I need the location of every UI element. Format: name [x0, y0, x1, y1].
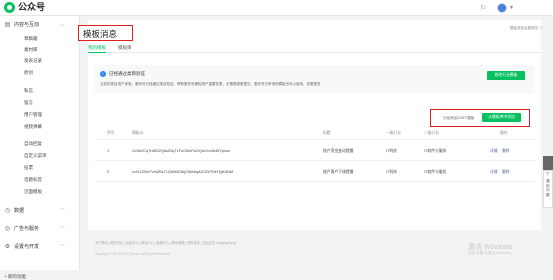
delete-link[interactable]: 删除 — [502, 149, 510, 154]
sidebar-item-custom-menu[interactable]: 自定义菜单 — [24, 153, 47, 159]
sidebar-item-drafts[interactable]: 草稿箱 — [24, 36, 38, 42]
template-actions: 已经添加2/25个模板 从模板库中添加 — [430, 109, 530, 127]
table-row: 2 xvrV1ZNcYVmZBc71QbN0Z3ejCMA6qA2OZt7FdH… — [95, 162, 535, 182]
app-logo[interactable]: 公众号 — [4, 2, 45, 13]
chevron-down-icon[interactable]: ▼ — [509, 5, 514, 11]
row-template-id: xvrV1ZNcYVmZBc71QbN0Z3ejCMA6qA2OZt7FdHTg… — [132, 170, 234, 174]
sidebar-item-topics[interactable]: 话题标签 — [24, 177, 42, 183]
detail-link[interactable]: 详情 — [490, 170, 498, 175]
sidebar-item-vote[interactable]: 投票 — [24, 165, 33, 171]
sidebar-item-danmaku[interactable]: 视频弹幕 — [24, 124, 42, 130]
row-no: 2 — [107, 170, 110, 174]
gear-icon: ⚙ — [4, 244, 11, 250]
table-header: 序号 模板ID 标题 一级行业 二级行业 操作 — [95, 128, 535, 140]
sidebar-item-auto-reply[interactable]: 自动回复 — [24, 141, 42, 147]
col-title: 标题 — [323, 131, 331, 135]
notice-banner: i 已经通过类目验证 当前的类目用户体验，服务号已经通过类目验证。帮助服务号通知… — [95, 65, 535, 93]
sidebar-item-users[interactable]: 用户管理 — [24, 112, 42, 118]
avatar[interactable] — [497, 3, 507, 13]
row-template-id: Ov9eZCq7nWD2Q6sZ0qTLFsO9mFwVQmVmJkdD7ycs… — [132, 149, 230, 153]
chevron-down-icon[interactable]: ﹀ — [60, 225, 65, 232]
col-ops: 操作 — [500, 131, 508, 135]
footer-copyright: Copyright © 2012-2022 Tencent. All Right… — [95, 252, 171, 256]
sidebar-group-ads[interactable]: ◎ 广告与服务 — [4, 225, 39, 232]
bell-icon[interactable]: ⚐ — [480, 4, 486, 12]
col-id: 模板ID — [132, 131, 144, 135]
modify-industry-button[interactable]: 修改行业模板 — [487, 71, 525, 80]
sidebar-group-label: 设置与开发 — [14, 244, 40, 250]
page-title: 模板消息 — [78, 25, 133, 41]
sidebar-group-data[interactable]: ◷ 数据 — [4, 207, 24, 214]
clock-icon: ◷ — [4, 208, 11, 214]
sidebar-item-publish-history[interactable]: 发表记录 — [24, 58, 42, 64]
app-title: 公众号 — [18, 2, 46, 12]
row-title: 账户资金变动提醒 — [323, 149, 354, 153]
row-title: 账户客户下线提醒 — [323, 170, 354, 174]
windows-watermark-sub: 转到"设置"以激活 Windows。 — [468, 251, 514, 255]
tab-template-library[interactable]: 模板库 — [118, 45, 132, 51]
sidebar-group-label: 数据 — [14, 208, 25, 214]
sidebar-item-page-template[interactable]: 页面模板 — [24, 189, 42, 195]
sidebar-group-label: 内容与互动 — [14, 22, 40, 28]
row-industry1: IT科技 — [386, 149, 397, 153]
top-bar: 公众号 ⚐ ▼ — [0, 0, 553, 16]
sidebar: ▤ 内容与互动 ︿ 草稿箱 素材库 发表记录 原创 私信 留言 用户管理 视频弹… — [0, 16, 80, 279]
add-function-link[interactable]: + 新的功能 — [4, 274, 26, 280]
row-industry2: IT软件与服务 — [424, 170, 447, 174]
row-industry1: IT科技 — [386, 170, 397, 174]
chevron-down-icon[interactable]: ﹀ — [60, 207, 65, 214]
delete-link[interactable]: 删除 — [502, 170, 510, 175]
notice-desc: 当前的类目用户体验，服务号已经通过类目验证。帮助服务号通知用户重要变更，无需再频… — [100, 82, 321, 86]
info-icon: i — [100, 71, 106, 77]
row-no: 1 — [107, 149, 110, 153]
add-from-library-button[interactable]: 从模板库中添加 — [482, 113, 521, 122]
sidebar-group-settings[interactable]: ⚙ 设置与开发 — [4, 243, 39, 250]
sidebar-item-comments[interactable]: 留言 — [24, 100, 33, 106]
wechat-logo-icon — [4, 2, 15, 13]
detail-link[interactable]: 详情 — [490, 149, 498, 154]
sidebar-item-messages[interactable]: 私信 — [24, 88, 33, 94]
col-industry1: 一级行业 — [386, 131, 402, 135]
sidebar-group-content[interactable]: ▤ 内容与互动 — [4, 21, 39, 28]
tab-my-templates[interactable]: 我的模板 — [88, 45, 106, 53]
sidebar-item-materials[interactable]: 素材库 — [24, 47, 38, 53]
col-industry2: 二级行业 — [424, 131, 440, 135]
row-industry2: IT软件与服务 — [424, 149, 447, 153]
sidebar-group-label: 广告与服务 — [14, 226, 40, 232]
help-link[interactable]: 模板消息运营规范 ⓘ — [510, 26, 542, 31]
table-row: 1 Ov9eZCq7nWD2Q6sZ0qTLFsO9mFwVQmVmJkdD7y… — [95, 141, 535, 161]
sidebar-item-original[interactable]: 原创 — [24, 70, 33, 76]
feedback-float[interactable]: ? 遇到问题 — [543, 170, 553, 208]
feedback-label: 遇到问题 — [546, 179, 550, 197]
chevron-up-icon[interactable]: ︿ — [60, 21, 65, 28]
template-quota: 已经添加2/25个模板 — [443, 116, 475, 120]
notice-title: 已经通过类目验证 — [109, 71, 145, 76]
help-icon: ? — [546, 172, 549, 178]
ad-icon: ◎ — [4, 226, 11, 232]
col-no: 序号 — [107, 131, 115, 135]
document-icon: ▤ — [4, 22, 11, 28]
footer-links[interactable]: 关于腾讯 | 服务协议 | 运营中心 | 辟谣中心 | 客服中心 | 联系邮箱 … — [95, 240, 236, 245]
chevron-down-icon[interactable]: ﹀ — [60, 243, 65, 250]
tab-bar: 我的模板 模板库 — [88, 45, 541, 53]
